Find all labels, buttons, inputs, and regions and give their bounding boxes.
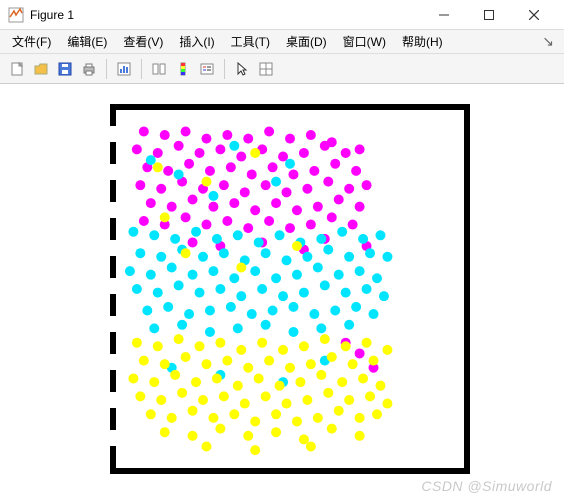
maximize-button[interactable]	[466, 0, 511, 30]
data-cursor-button[interactable]	[255, 58, 277, 80]
menu-help[interactable]: 帮助(H)	[394, 31, 451, 52]
minimize-button[interactable]	[421, 0, 466, 30]
menubar-overflow-icon[interactable]: ↘	[542, 33, 560, 50]
insert-legend-button[interactable]	[196, 58, 218, 80]
pointer-button[interactable]	[231, 58, 253, 80]
close-button[interactable]	[511, 0, 556, 30]
window-title: Figure 1	[30, 8, 421, 22]
toolbar	[0, 54, 564, 84]
toolbar-separator	[106, 59, 107, 79]
menu-file[interactable]: 文件(F)	[4, 31, 59, 52]
insert-colorbar-button[interactable]	[172, 58, 194, 80]
watermark-text: CSDN @Simuworld	[421, 478, 552, 494]
link-axes-button[interactable]	[148, 58, 170, 80]
menubar: 文件(F) 编辑(E) 查看(V) 插入(I) 工具(T) 桌面(D) 窗口(W…	[0, 30, 564, 54]
print-button[interactable]	[78, 58, 100, 80]
open-button[interactable]	[30, 58, 52, 80]
toolbar-separator	[141, 59, 142, 79]
menu-window[interactable]: 窗口(W)	[335, 31, 394, 52]
menu-view[interactable]: 查看(V)	[115, 31, 171, 52]
scatter-plot	[110, 104, 470, 474]
menu-desktop[interactable]: 桌面(D)	[278, 31, 335, 52]
edit-plot-button[interactable]	[113, 58, 135, 80]
app-icon	[8, 7, 24, 23]
toolbar-separator	[224, 59, 225, 79]
window-buttons	[421, 0, 556, 30]
save-button[interactable]	[54, 58, 76, 80]
menu-edit[interactable]: 编辑(E)	[59, 31, 115, 52]
titlebar: Figure 1	[0, 0, 564, 30]
new-figure-button[interactable]	[6, 58, 28, 80]
menu-tools[interactable]: 工具(T)	[223, 31, 278, 52]
figure-canvas[interactable]: CSDN @Simuworld	[0, 84, 564, 500]
menu-insert[interactable]: 插入(I)	[171, 31, 222, 52]
